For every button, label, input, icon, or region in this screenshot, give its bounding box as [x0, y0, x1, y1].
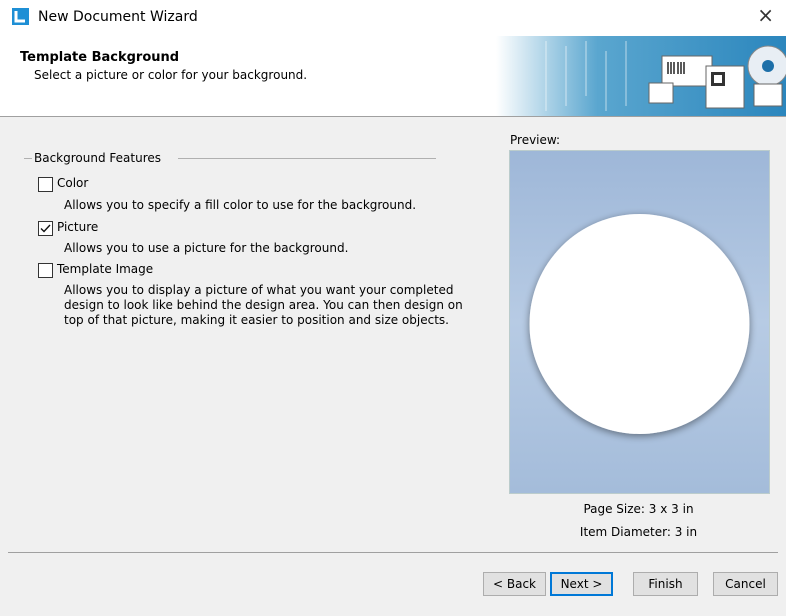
- checkmark-icon: [40, 224, 51, 233]
- finish-button[interactable]: Finish: [633, 572, 698, 596]
- wizard-content: Background Features Color Allows you to …: [0, 117, 786, 552]
- page-size-text: Page Size: 3 x 3 in: [583, 502, 694, 516]
- group-border: [178, 158, 436, 159]
- preview-label: Preview:: [510, 133, 561, 147]
- close-icon[interactable]: ×: [757, 5, 774, 25]
- window-title: New Document Wizard: [38, 9, 198, 25]
- color-checkbox[interactable]: [38, 177, 53, 192]
- template-image-checkbox[interactable]: [38, 263, 53, 278]
- preview-pane: [509, 150, 770, 494]
- template-image-label[interactable]: Template Image: [57, 262, 153, 276]
- back-button[interactable]: < Back: [483, 572, 546, 596]
- wizard-header: Template Background Select a picture or …: [0, 36, 786, 117]
- item-diameter-text: Item Diameter: 3 in: [579, 525, 698, 539]
- picture-label[interactable]: Picture: [57, 220, 98, 234]
- app-icon: [12, 8, 29, 25]
- next-button[interactable]: Next >: [550, 572, 613, 596]
- picture-checkbox[interactable]: [38, 221, 53, 236]
- group-legend: Background Features: [34, 151, 162, 165]
- cancel-button[interactable]: Cancel: [713, 572, 778, 596]
- color-label[interactable]: Color: [57, 176, 88, 190]
- group-border: [24, 158, 32, 159]
- preview-circle: [529, 214, 750, 434]
- label-banner-image: [496, 36, 786, 116]
- page-subtitle: Select a picture or color for your backg…: [34, 68, 308, 82]
- picture-description: Allows you to use a picture for the back…: [64, 241, 349, 255]
- color-description: Allows you to specify a fill color to us…: [64, 198, 417, 212]
- page-title: Template Background: [20, 50, 180, 65]
- footer-divider: [8, 552, 778, 553]
- title-bar: New Document Wizard ×: [0, 0, 786, 36]
- template-image-description: Allows you to display a picture of what …: [64, 283, 463, 327]
